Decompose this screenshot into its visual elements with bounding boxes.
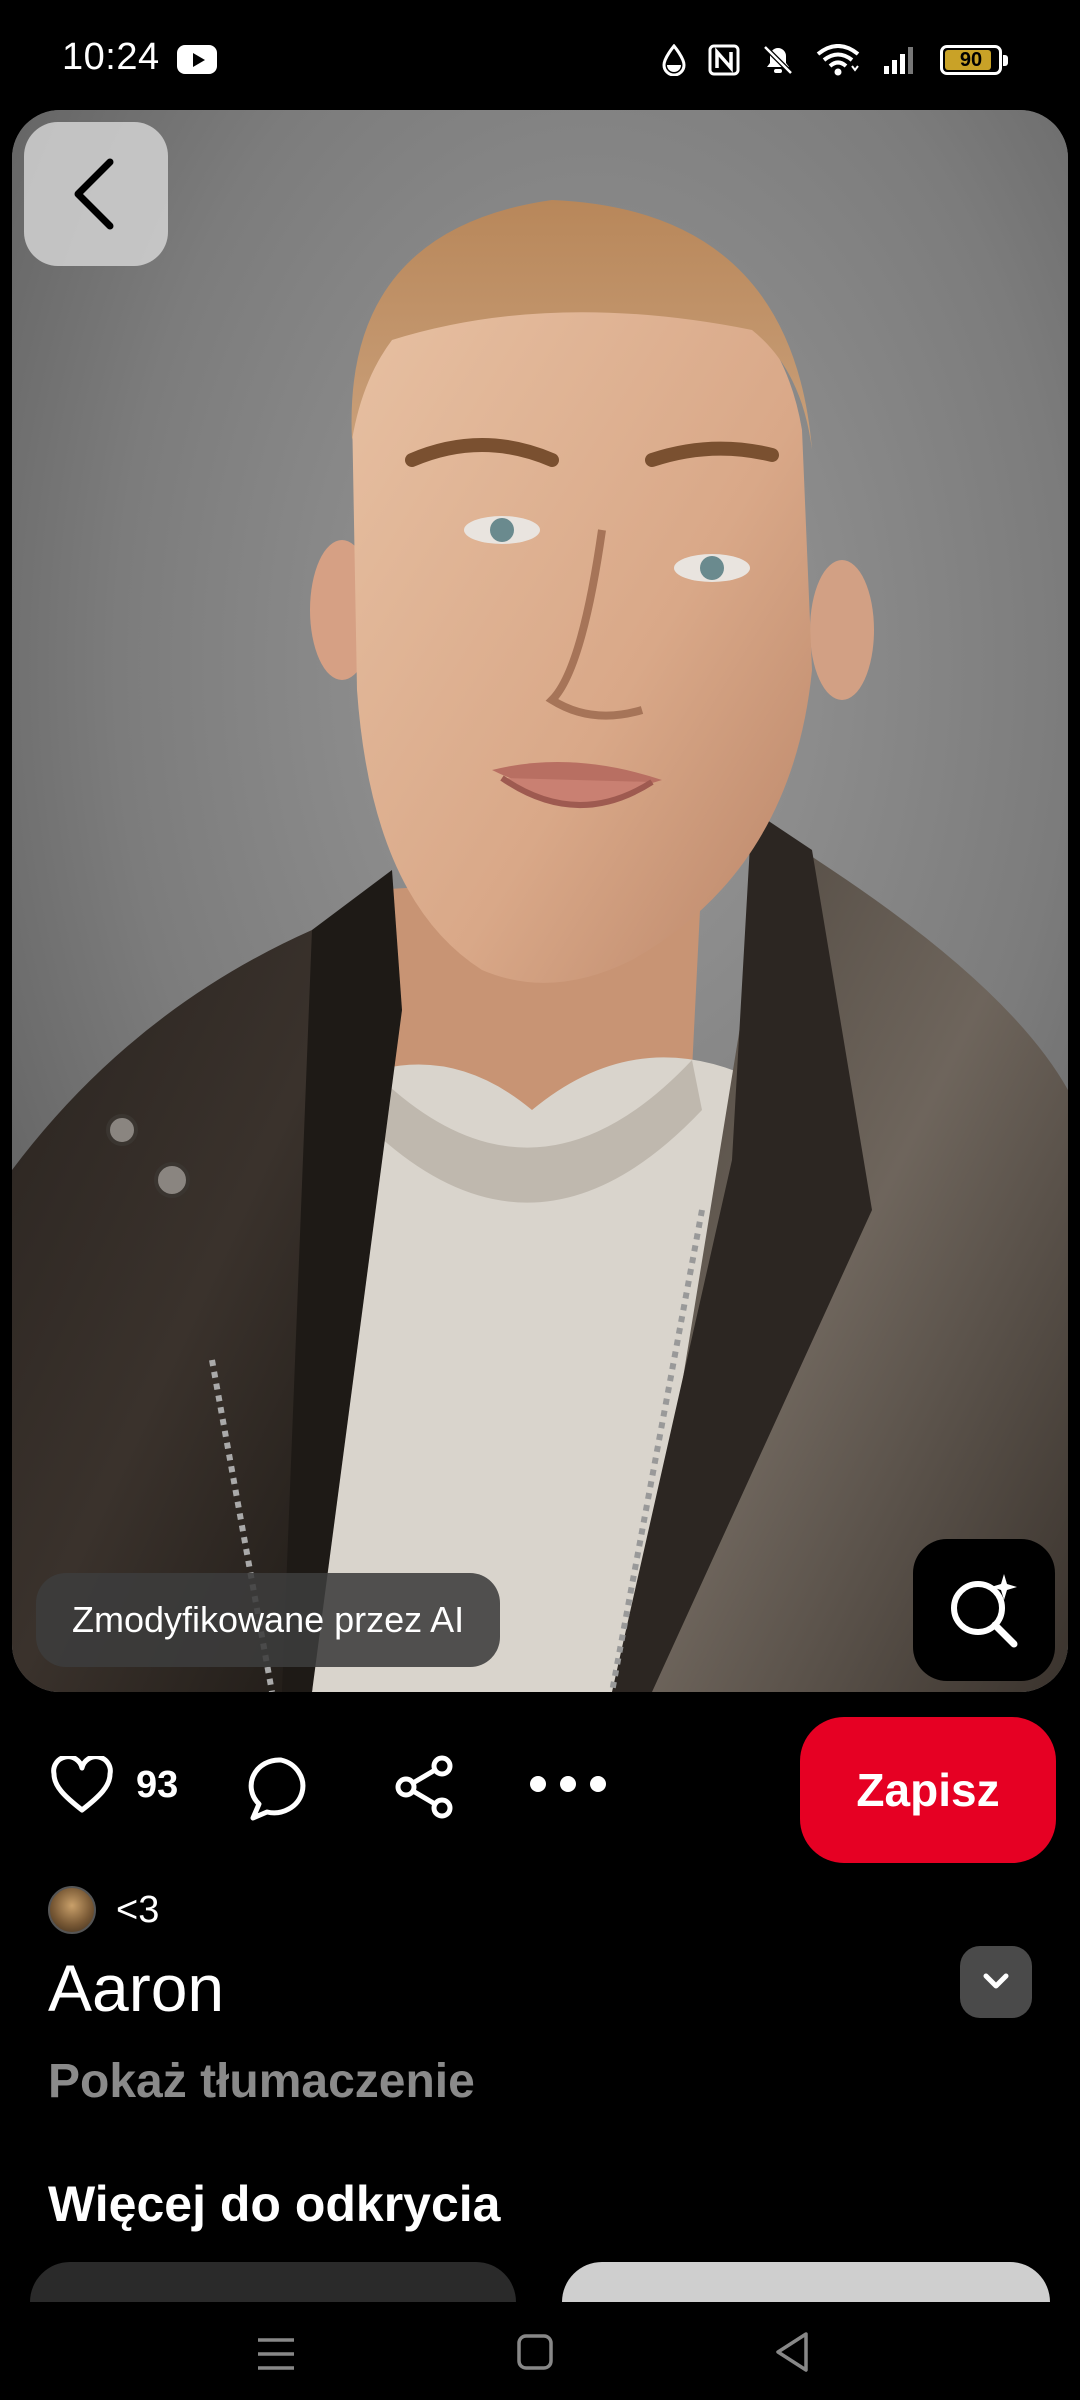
share-button[interactable]	[392, 1754, 458, 1825]
save-button[interactable]: Zapisz	[800, 1717, 1056, 1863]
action-bar: 93 Zapisz	[0, 1716, 1080, 1864]
signal-icon	[882, 44, 918, 76]
recent-apps-button[interactable]	[256, 2334, 296, 2379]
comment-button[interactable]	[247, 1754, 315, 1827]
avatar[interactable]	[48, 1886, 96, 1934]
menu-icon	[258, 2338, 294, 2370]
home-button[interactable]	[515, 2332, 555, 2377]
creator-row[interactable]: <3	[48, 1886, 159, 1934]
system-back-button[interactable]	[772, 2330, 812, 2379]
expand-details-button[interactable]	[960, 1946, 1032, 2018]
more-options-button[interactable]	[528, 1772, 608, 1801]
battery-icon: 90	[940, 45, 1008, 75]
like-count: 93	[136, 1763, 179, 1806]
sparkle-search-icon	[951, 1574, 1018, 1648]
related-pin-card[interactable]	[562, 2262, 1050, 2302]
mute-icon	[762, 44, 794, 76]
back-button[interactable]	[24, 122, 168, 266]
pin-title: Aaron	[48, 1951, 225, 2025]
system-nav-bar	[0, 2302, 1080, 2400]
related-pin-card[interactable]	[30, 2262, 516, 2302]
youtube-icon	[177, 45, 217, 74]
chevron-down-icon	[983, 1973, 1009, 1989]
data-saver-icon	[662, 44, 686, 76]
chevron-left-icon	[74, 158, 114, 230]
visual-search-button[interactable]	[913, 1539, 1055, 1681]
ai-modified-badge[interactable]: Zmodyfikowane przez AI	[36, 1573, 501, 1667]
like-button[interactable]: 93	[50, 1756, 178, 1814]
back-triangle-icon	[776, 2332, 808, 2372]
status-icons: 90	[662, 40, 1008, 80]
pin-detail-screen: 10:24 90 Zmodyfikowane przez AI 93 Zapis…	[0, 0, 1080, 2400]
home-square-icon	[517, 2334, 553, 2370]
more-dots-icon	[530, 1776, 606, 1792]
status-time: 10:24	[62, 36, 160, 78]
share-icon	[395, 1755, 453, 1819]
battery-level: 90	[959, 49, 983, 71]
pin-image[interactable]	[12, 110, 1068, 1692]
status-bar: 10:24 90	[0, 0, 1080, 110]
wifi-icon	[816, 44, 860, 76]
ai-modified-label: Zmodyfikowane przez AI	[72, 1599, 465, 1640]
nfc-icon	[708, 44, 740, 76]
show-translation-link[interactable]: Pokaż tłumaczenie	[48, 2054, 475, 2109]
creator-name[interactable]: <3	[116, 1889, 159, 1932]
more-to-explore-heading: Więcej do odkrycia	[48, 2176, 501, 2232]
heart-icon	[51, 1756, 113, 1813]
comment-icon	[248, 1757, 306, 1821]
